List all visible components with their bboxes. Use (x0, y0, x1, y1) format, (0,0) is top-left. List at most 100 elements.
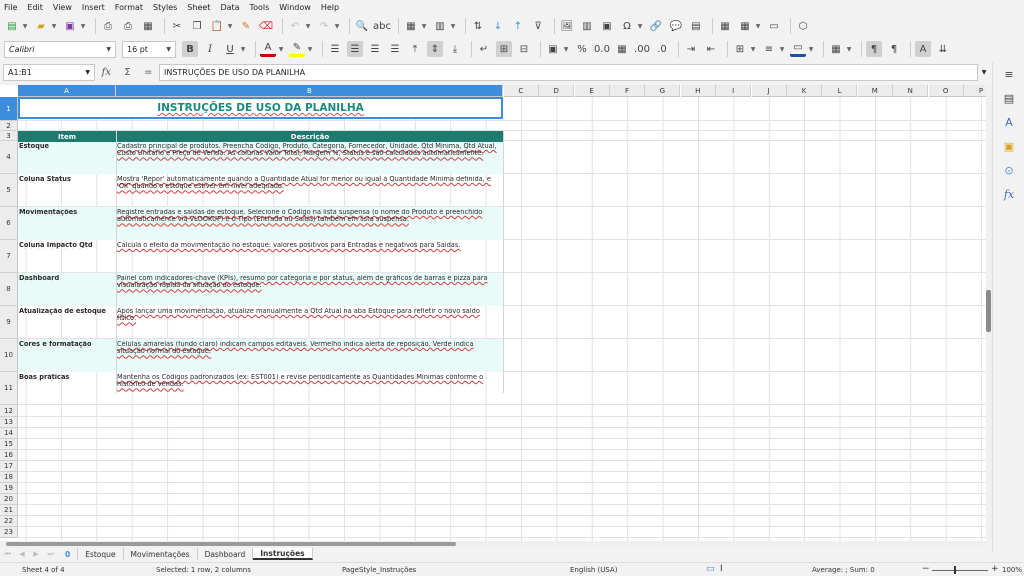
unmerge-icon[interactable]: ⊟ (516, 41, 532, 57)
item-cell[interactable]: Estoque (19, 143, 114, 150)
item-cell[interactable]: Cores e formatação (19, 341, 114, 348)
autofilter-icon[interactable]: ⊽ (530, 18, 546, 34)
increase-indent-icon[interactable]: ⇥ (683, 41, 699, 57)
tab-instrucoes[interactable]: Instruções (253, 548, 313, 560)
description-cell[interactable]: Mantenha os Códigos padronizados (ex: ES… (117, 374, 501, 404)
row-header[interactable]: 17 (0, 461, 18, 472)
save-icon[interactable]: ▣ (62, 18, 78, 34)
special-character-dropdown-icon[interactable]: ▼ (636, 18, 644, 34)
page-style[interactable]: PageStyle_Instruções (342, 566, 416, 574)
date-format-icon[interactable]: ▦ (614, 41, 630, 57)
row-header[interactable]: 18 (0, 472, 18, 483)
text-horizontal-icon[interactable]: A (915, 41, 931, 57)
row-header[interactable]: 6 (0, 207, 18, 240)
name-box[interactable]: A1:B1 ▼ (3, 63, 95, 81)
align-right-icon[interactable]: ☰ (367, 41, 383, 57)
last-sheet-icon[interactable]: ⏭ (47, 550, 53, 559)
menu-file[interactable]: File (4, 3, 17, 12)
row-header[interactable]: 2 (0, 121, 18, 131)
find-replace-icon[interactable]: 🔍 (354, 18, 370, 34)
redo-icon[interactable]: ↷ (316, 18, 332, 34)
sort-icon[interactable]: ⇅ (470, 18, 486, 34)
wrap-text-icon[interactable]: ↵ (476, 41, 492, 57)
percent-format-icon[interactable]: % (574, 41, 590, 57)
styles-icon[interactable]: A (1001, 114, 1017, 130)
zoom-slider[interactable] (932, 570, 988, 571)
conditional-dropdown-icon[interactable]: ▼ (845, 41, 853, 57)
merge-center-icon[interactable]: ⊞ (496, 41, 512, 57)
highlight-color-icon[interactable]: ✎ (289, 41, 305, 57)
right-to-left-icon[interactable]: ¶ (886, 41, 902, 57)
italic-icon[interactable]: I (202, 41, 218, 57)
formula-summary[interactable]: Average: ; Sum: 0 (812, 566, 875, 574)
menu-sheet[interactable]: Sheet (187, 3, 210, 12)
pivot-table-icon[interactable]: ▣ (599, 18, 615, 34)
function-wizard-icon[interactable]: fx (102, 67, 111, 78)
menu-data[interactable]: Data (220, 3, 239, 12)
border-style-dropdown-icon[interactable]: ▼ (778, 41, 786, 57)
row-header[interactable]: 4 (0, 141, 18, 174)
font-size-combo[interactable]: 16 pt ▼ (122, 40, 176, 58)
tab-movimentacoes[interactable]: Movimentações (124, 548, 198, 560)
align-left-icon[interactable]: ☰ (327, 41, 343, 57)
sort-descending-icon[interactable]: ↑ (510, 18, 526, 34)
item-cell[interactable]: Dashboard (19, 275, 114, 282)
row-header[interactable]: 10 (0, 339, 18, 372)
split-window-icon[interactable]: ▭ (766, 18, 782, 34)
open-icon[interactable]: ▰ (33, 18, 49, 34)
left-to-right-icon[interactable]: ¶ (866, 41, 882, 57)
menu-edit[interactable]: Edit (27, 3, 43, 12)
clear-formatting-icon[interactable]: ⌫ (258, 18, 274, 34)
row-header[interactable]: 3 (0, 131, 18, 141)
column-header[interactable]: I (716, 85, 752, 97)
redo-dropdown-icon[interactable]: ▼ (333, 18, 341, 34)
vertical-scroll-thumb[interactable] (986, 290, 991, 332)
conditional-format-icon[interactable]: ▦ (828, 41, 844, 57)
language[interactable]: English (USA) (570, 566, 617, 574)
currency-format-icon[interactable]: ▣ (545, 41, 561, 57)
row-header[interactable]: 9 (0, 306, 18, 339)
row-header[interactable]: 5 (0, 174, 18, 207)
row-header[interactable]: 12 (0, 405, 18, 417)
delete-decimal-icon[interactable]: .0 (654, 41, 670, 57)
new-icon[interactable]: ▤ (4, 18, 20, 34)
horizontal-scroll-thumb[interactable] (6, 542, 456, 546)
freeze-dropdown-icon[interactable]: ▼ (754, 18, 762, 34)
row-header[interactable]: 16 (0, 450, 18, 461)
description-cell[interactable]: Após lançar uma movimentação, atualize m… (117, 308, 501, 338)
tab-dashboard[interactable]: Dashboard (198, 548, 254, 560)
justify-icon[interactable]: ☰ (387, 41, 403, 57)
menu-format[interactable]: Format (115, 3, 143, 12)
spelling-icon[interactable]: abc (373, 18, 391, 34)
menu-window[interactable]: Window (279, 3, 311, 12)
add-sheet-button[interactable]: 0 (58, 548, 79, 560)
paste-icon[interactable]: 📋 (209, 18, 225, 34)
insert-chart-icon[interactable]: ▥ (579, 18, 595, 34)
prev-sheet-icon[interactable]: ◀ (19, 550, 24, 558)
row-header[interactable]: 14 (0, 428, 18, 439)
row-dropdown-icon[interactable]: ▼ (420, 18, 428, 34)
menu-help[interactable]: Help (321, 3, 339, 12)
row-header[interactable]: 23 (0, 527, 18, 538)
row-header[interactable]: 15 (0, 439, 18, 450)
define-print-area-icon[interactable]: ▦ (717, 18, 733, 34)
column-header[interactable]: N (893, 85, 929, 97)
copy-icon[interactable]: ❐ (189, 18, 205, 34)
new-dropdown-icon[interactable]: ▼ (21, 18, 29, 34)
navigator-icon[interactable]: ⊙ (1001, 162, 1017, 178)
row-header[interactable]: 1 (0, 97, 18, 121)
font-color-dropdown-icon[interactable]: ▼ (277, 41, 285, 57)
item-cell[interactable]: Atualização de estoque (19, 308, 114, 315)
functions-icon[interactable]: fx (1001, 186, 1017, 202)
description-cell[interactable]: Calcula o efeito da movimentação no esto… (117, 242, 501, 272)
item-cell[interactable]: Coluna Impacto Qtd (19, 242, 114, 249)
zoom-out-icon[interactable]: − (922, 564, 930, 574)
row-icon[interactable]: ▦ (403, 18, 419, 34)
column-header[interactable]: B (116, 85, 504, 97)
sort-ascending-icon[interactable]: ↓ (490, 18, 506, 34)
first-sheet-icon[interactable]: ⏮ (4, 550, 10, 559)
formula-input[interactable]: INSTRUÇÕES DE USO DA PLANILHA (159, 63, 978, 81)
menu-view[interactable]: View (53, 3, 72, 12)
gallery-icon[interactable]: ▣ (1001, 138, 1017, 154)
column-header[interactable]: L (822, 85, 858, 97)
